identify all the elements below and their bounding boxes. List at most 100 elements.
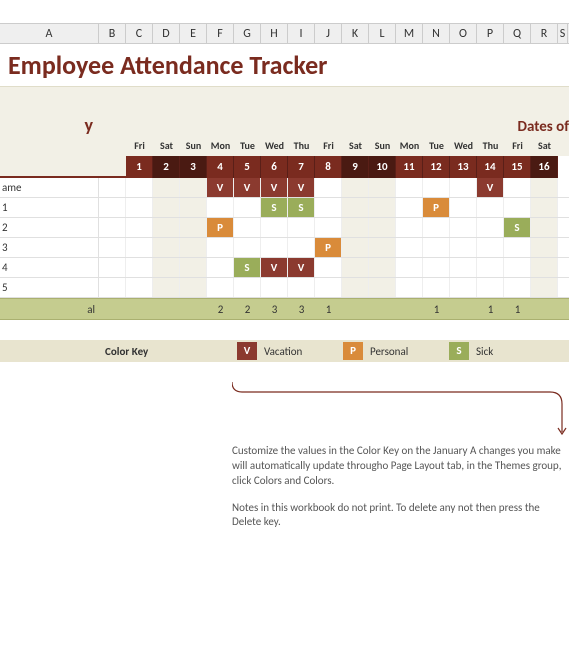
attendance-cell[interactable]: V xyxy=(288,258,315,277)
column-header[interactable]: A xyxy=(0,24,99,43)
column-header[interactable]: R xyxy=(531,24,558,43)
formula-bar[interactable] xyxy=(0,0,569,24)
attendance-cell[interactable]: V xyxy=(234,178,261,197)
day-number-cell[interactable]: 16 xyxy=(531,156,558,178)
attendance-cell[interactable] xyxy=(342,278,369,297)
column-header[interactable]: J xyxy=(315,24,342,43)
attendance-cell[interactable] xyxy=(126,198,153,217)
day-number-cell[interactable]: 14 xyxy=(477,156,504,178)
day-number-cell[interactable]: 2 xyxy=(153,156,180,178)
attendance-cell[interactable] xyxy=(261,278,288,297)
employee-name-cell[interactable]: 3 xyxy=(0,238,99,257)
attendance-cell[interactable] xyxy=(288,218,315,237)
attendance-cell[interactable] xyxy=(369,198,396,217)
attendance-cell[interactable] xyxy=(450,278,477,297)
attendance-cell[interactable] xyxy=(315,218,342,237)
day-number-cell[interactable]: 13 xyxy=(450,156,477,178)
attendance-cell[interactable] xyxy=(369,258,396,277)
attendance-cell[interactable] xyxy=(369,178,396,197)
attendance-cell[interactable] xyxy=(207,258,234,277)
employee-name-cell[interactable]: ame xyxy=(0,178,99,197)
day-number-cell[interactable]: 4 xyxy=(207,156,234,178)
day-number-cell[interactable]: 1 xyxy=(126,156,153,178)
attendance-cell[interactable] xyxy=(423,178,450,197)
attendance-cell[interactable] xyxy=(180,218,207,237)
employee-name-cell[interactable]: 1 xyxy=(0,198,99,217)
attendance-cell[interactable] xyxy=(126,278,153,297)
attendance-cell[interactable]: S xyxy=(234,258,261,277)
column-header[interactable]: Q xyxy=(504,24,531,43)
attendance-cell[interactable] xyxy=(531,278,558,297)
attendance-cell[interactable]: V xyxy=(261,258,288,277)
attendance-cell[interactable] xyxy=(504,198,531,217)
day-number-cell[interactable]: 3 xyxy=(180,156,207,178)
column-header[interactable]: L xyxy=(369,24,396,43)
attendance-cell[interactable] xyxy=(396,198,423,217)
attendance-cell[interactable]: V xyxy=(207,178,234,197)
attendance-cell[interactable] xyxy=(450,178,477,197)
attendance-cell[interactable] xyxy=(450,238,477,257)
attendance-cell[interactable] xyxy=(450,258,477,277)
attendance-cell[interactable] xyxy=(531,178,558,197)
attendance-cell[interactable] xyxy=(342,218,369,237)
attendance-cell[interactable]: P xyxy=(315,238,342,257)
attendance-cell[interactable] xyxy=(315,178,342,197)
attendance-cell[interactable] xyxy=(153,258,180,277)
column-header[interactable]: E xyxy=(180,24,207,43)
attendance-cell[interactable] xyxy=(261,218,288,237)
attendance-cell[interactable]: V xyxy=(288,178,315,197)
attendance-cell[interactable] xyxy=(180,278,207,297)
attendance-cell[interactable] xyxy=(342,178,369,197)
attendance-cell[interactable]: V xyxy=(477,178,504,197)
attendance-cell[interactable] xyxy=(342,198,369,217)
callout-note[interactable]: Customize the values in the Color Key on… xyxy=(232,374,569,530)
attendance-cell[interactable] xyxy=(315,258,342,277)
attendance-cell[interactable] xyxy=(423,238,450,257)
attendance-cell[interactable] xyxy=(369,278,396,297)
attendance-cell[interactable] xyxy=(531,238,558,257)
attendance-cell[interactable] xyxy=(288,278,315,297)
attendance-cell[interactable] xyxy=(315,198,342,217)
attendance-cell[interactable] xyxy=(126,218,153,237)
attendance-cell[interactable] xyxy=(153,238,180,257)
column-header[interactable]: N xyxy=(423,24,450,43)
day-number-cell[interactable]: 5 xyxy=(234,156,261,178)
column-header[interactable]: G xyxy=(234,24,261,43)
attendance-cell[interactable] xyxy=(180,198,207,217)
column-header[interactable]: H xyxy=(261,24,288,43)
attendance-cell[interactable] xyxy=(396,178,423,197)
attendance-cell[interactable] xyxy=(126,178,153,197)
day-number-cell[interactable]: 11 xyxy=(396,156,423,178)
column-header[interactable]: S xyxy=(558,24,568,43)
attendance-cell[interactable] xyxy=(477,198,504,217)
day-number-cell[interactable]: 15 xyxy=(504,156,531,178)
attendance-cell[interactable] xyxy=(153,178,180,197)
attendance-cell[interactable] xyxy=(234,238,261,257)
attendance-cell[interactable] xyxy=(126,238,153,257)
attendance-cell[interactable] xyxy=(423,278,450,297)
attendance-cell[interactable] xyxy=(234,278,261,297)
column-header[interactable]: D xyxy=(153,24,180,43)
column-header[interactable]: F xyxy=(207,24,234,43)
attendance-cell[interactable] xyxy=(531,198,558,217)
column-header[interactable]: P xyxy=(477,24,504,43)
attendance-cell[interactable] xyxy=(396,238,423,257)
attendance-cell[interactable] xyxy=(315,278,342,297)
attendance-cell[interactable] xyxy=(477,238,504,257)
attendance-cell[interactable] xyxy=(153,218,180,237)
attendance-cell[interactable]: S xyxy=(261,198,288,217)
attendance-cell[interactable] xyxy=(477,218,504,237)
attendance-cell[interactable] xyxy=(531,258,558,277)
attendance-cell[interactable] xyxy=(423,218,450,237)
attendance-cell[interactable] xyxy=(450,198,477,217)
attendance-cell[interactable] xyxy=(369,238,396,257)
attendance-cell[interactable] xyxy=(207,198,234,217)
attendance-cell[interactable]: V xyxy=(261,178,288,197)
attendance-cell[interactable] xyxy=(234,198,261,217)
attendance-cell[interactable] xyxy=(261,238,288,257)
attendance-cell[interactable] xyxy=(234,218,261,237)
employee-name-cell[interactable]: 2 xyxy=(0,218,99,237)
attendance-cell[interactable] xyxy=(396,278,423,297)
day-number-cell[interactable]: 7 xyxy=(288,156,315,178)
attendance-cell[interactable] xyxy=(450,218,477,237)
